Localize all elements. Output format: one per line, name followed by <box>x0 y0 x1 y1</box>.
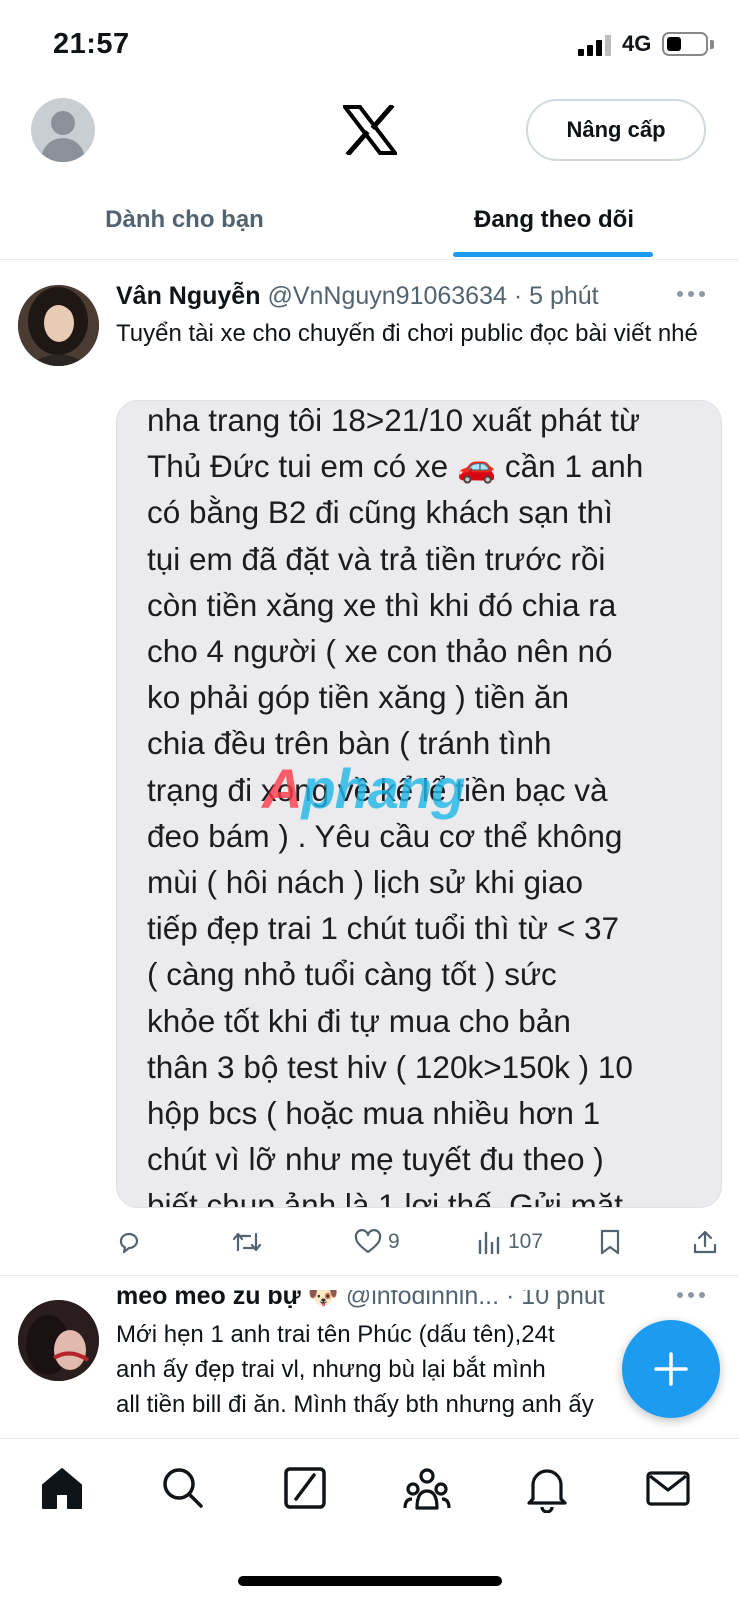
media-text-line: hộp bcs ( hoặc mua nhiều hơn 1 <box>147 1095 601 1132</box>
tweet-actions: 9 107 <box>116 1226 718 1258</box>
search-icon[interactable] <box>158 1463 208 1513</box>
reply-button[interactable] <box>116 1226 142 1258</box>
timeline-tabs: Dành cho bạn Đang theo dõi <box>0 180 739 260</box>
media-text-line: cho 4 người ( xe con thảo nên nó <box>147 633 613 670</box>
media-text-line: thân 3 bộ test hiv ( 120k>150k ) 10 <box>147 1048 633 1085</box>
more-options-icon[interactable] <box>677 291 707 299</box>
upgrade-button[interactable]: Nâng cấp <box>526 99 706 161</box>
media-text-line: chút vì lỡ như mẹ tuyết đu theo ) <box>147 1141 604 1178</box>
tweet-author-name[interactable]: Vân Nguyễn <box>116 282 260 310</box>
media-text-line: biết chụp ảnh là 1 lợi thế. Gửi mặt <box>147 1187 623 1208</box>
network-type: 4G <box>622 31 652 56</box>
share-icon <box>693 1230 717 1254</box>
watermark-logo: Aphang <box>262 757 465 820</box>
bottom-navigation <box>0 1438 739 1600</box>
tweet-header: mèo méo zú bự 🐶 @infodinhlh... · 10 phút <box>116 1290 605 1313</box>
media-text-line: ( càng nhỏ tuổi càng tốt ) sức <box>147 956 557 993</box>
retweet-button[interactable] <box>232 1226 262 1258</box>
compose-post-button[interactable] <box>622 1320 720 1418</box>
like-icon <box>354 1229 382 1254</box>
tweet-author-handle[interactable]: @VnNguyn91063634 <box>267 282 506 310</box>
tweet-author-avatar[interactable] <box>18 285 99 366</box>
view-count: 107 <box>508 1230 544 1253</box>
x-logo-icon[interactable] <box>343 105 397 155</box>
views-button[interactable]: 107 <box>476 1226 543 1258</box>
media-text-line: ko phải góp tiền xăng ) tiền ăn <box>147 679 570 716</box>
tweet-author-handle[interactable]: @infodinhlh... <box>346 1290 499 1310</box>
home-icon[interactable] <box>37 1463 87 1513</box>
share-button[interactable] <box>692 1226 718 1258</box>
more-options-icon[interactable] <box>677 1292 707 1300</box>
signal-icon <box>578 34 612 56</box>
media-text-line: tiếp đẹp trai 1 chút tuổi thì từ < 37 <box>147 910 620 947</box>
reply-icon <box>119 1232 139 1254</box>
tweet-media-image[interactable]: nha trang tôi 18>21/10 xuất phát từ Thủ Đ… <box>116 400 722 1208</box>
profile-avatar[interactable] <box>31 98 95 162</box>
bookmark-button[interactable] <box>598 1226 622 1258</box>
media-text-line: còn tiền xăng xe thì khi đó chia ra <box>147 586 617 623</box>
tweet-divider <box>0 1275 739 1276</box>
views-icon <box>478 1231 500 1255</box>
grok-icon[interactable] <box>280 1463 330 1513</box>
like-button[interactable]: 9 <box>354 1226 400 1258</box>
media-text-line: khỏe tốt khi đi tự mua cho bản <box>147 1002 571 1039</box>
tweet-header: Vân Nguyễn @VnNguyn91063634 · 5 phút <box>116 279 599 313</box>
tweet-time: 5 phút <box>529 282 599 310</box>
active-tab-indicator <box>453 252 653 257</box>
media-text-line: tụi em đã đặt và trả tiền trước rồi <box>147 540 606 577</box>
media-text-line: nha trang tôi 18>21/10 xuất phát từ <box>147 402 641 438</box>
tab-following[interactable]: Đang theo dõi <box>369 180 739 260</box>
status-time: 21:57 <box>53 28 130 60</box>
communities-icon[interactable] <box>402 1463 452 1513</box>
plus-icon <box>654 1352 688 1386</box>
tweet-author-name[interactable]: mèo méo zú bự 🐶 <box>116 1290 339 1310</box>
tweet-text: Tuyển tài xe cho chuyến đi chơi public đ… <box>116 320 698 347</box>
like-count: 9 <box>388 1230 400 1253</box>
home-indicator <box>238 1576 502 1586</box>
bookmark-icon <box>600 1229 620 1255</box>
notifications-icon[interactable] <box>522 1463 572 1513</box>
header-separator: · <box>499 1290 522 1310</box>
status-bar: 21:57 4G <box>0 0 739 80</box>
header-separator: · <box>506 282 530 310</box>
media-text-line: có bằng B2 đi cũng khách sạn thì <box>147 494 613 531</box>
media-text-line: mùi ( hôi nách ) lịch sử khi giao <box>147 864 584 901</box>
tweet-time: 10 phút <box>521 1290 605 1310</box>
tab-for-you[interactable]: Dành cho bạn <box>0 180 369 260</box>
media-text-line: Thủ Đức tui em có xe 🚗 cần 1 anh <box>147 448 644 485</box>
battery-icon <box>662 32 708 56</box>
retweet-icon <box>232 1232 262 1252</box>
messages-icon[interactable] <box>643 1463 693 1513</box>
